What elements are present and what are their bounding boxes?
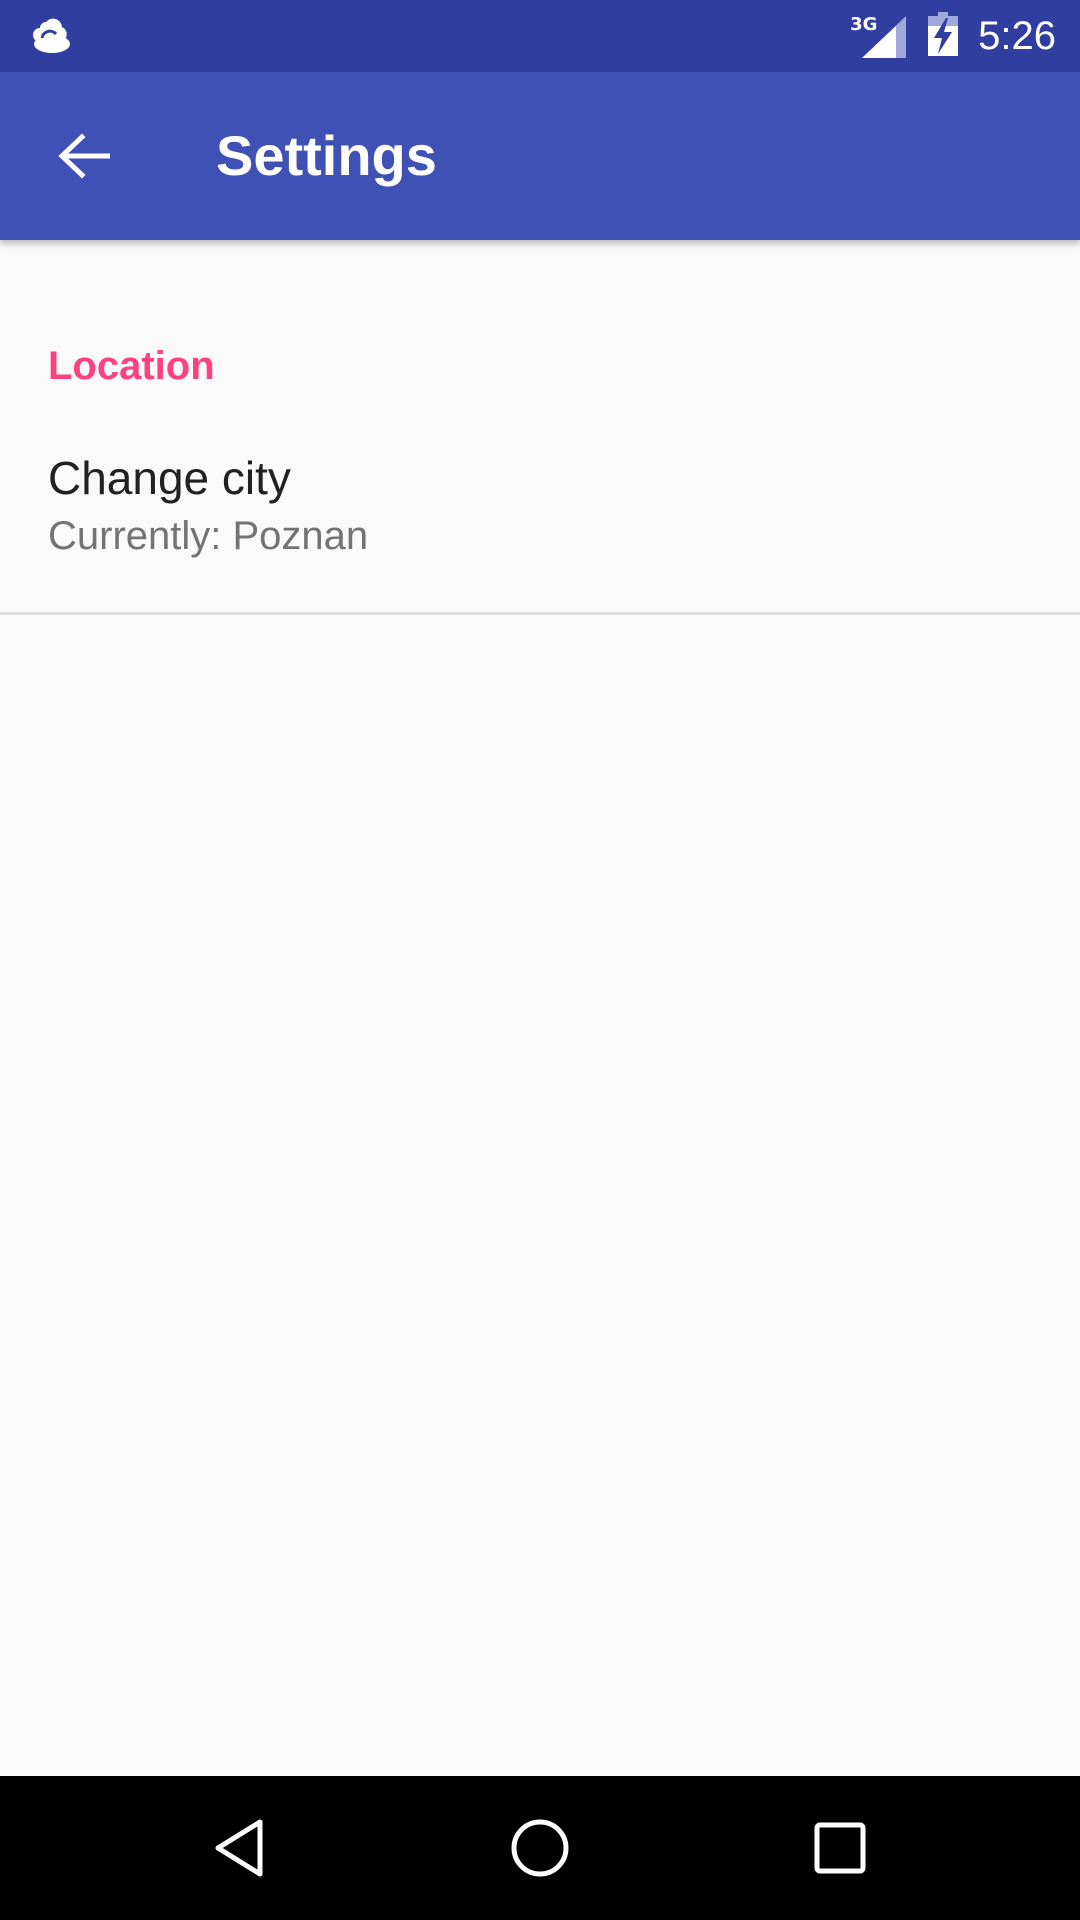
page-title: Settings bbox=[216, 124, 437, 187]
preference-summary: Currently: Poznan bbox=[48, 514, 369, 558]
category-header-location: Location bbox=[48, 344, 215, 388]
nav-back-icon bbox=[215, 1819, 263, 1877]
navigation-bar bbox=[0, 1776, 1080, 1920]
preference-title: Change city bbox=[48, 452, 291, 504]
back-button[interactable] bbox=[40, 112, 128, 200]
cell-signal-icon: 3G bbox=[850, 12, 907, 60]
status-clock: 5:26 bbox=[978, 13, 1056, 58]
app-bar: Settings bbox=[0, 72, 1080, 240]
nav-recents-button[interactable] bbox=[790, 1798, 890, 1898]
preference-change-city[interactable]: Change city Currently: Poznan bbox=[0, 420, 1080, 612]
status-bar: 3G 5:26 bbox=[0, 0, 1080, 72]
nav-home-icon bbox=[511, 1819, 569, 1877]
nav-recents-icon bbox=[814, 1822, 866, 1874]
nav-home-button[interactable] bbox=[490, 1798, 590, 1898]
battery-charging-icon bbox=[928, 11, 959, 61]
arrow-back-icon bbox=[58, 133, 110, 179]
cloud-icon bbox=[32, 16, 74, 56]
settings-screen: 3G 5:26 Settings Location Change city Cu… bbox=[0, 0, 1080, 1920]
list-divider bbox=[0, 612, 1080, 615]
nav-back-button[interactable] bbox=[190, 1798, 290, 1898]
